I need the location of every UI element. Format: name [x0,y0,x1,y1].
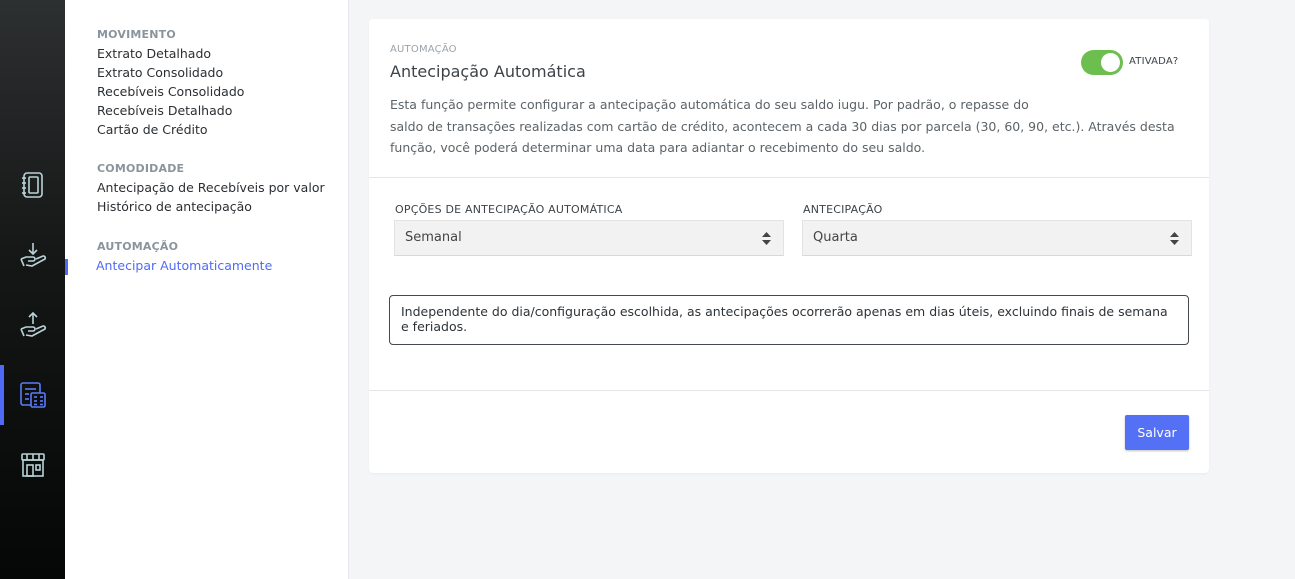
rail-item-receive[interactable] [0,225,65,285]
rail-item-store[interactable] [0,435,65,495]
secondary-sidebar: MOVIMENTO Extrato Detalhado Extrato Cons… [65,0,349,579]
description-line: Esta função permite configurar a antecip… [390,97,1029,112]
ledger-book-icon [21,172,43,198]
nav-link-extrato-detalhado[interactable]: Extrato Detalhado [97,44,244,63]
receive-money-icon [19,243,46,267]
send-money-icon [19,311,46,337]
options-select[interactable]: Semanal [394,220,784,256]
storefront-icon [20,453,45,477]
antecipacao-select[interactable]: Quarta [802,220,1192,256]
rail-item-ledger[interactable] [0,155,65,215]
description: Esta função permite configurar a antecip… [390,94,1180,159]
section-label: AUTOMAÇÃO [390,44,457,55]
auto-anticipation-card: AUTOMAÇÃO Antecipação Automática ATIVADA… [369,19,1209,473]
options-select-value: Semanal [405,230,462,245]
nav-group-title: MOVIMENTO [97,28,176,41]
description-line: saldo de transações realizadas com cartã… [390,118,1175,134]
nav-group-comodidade: COMODIDADE Antecipação de Recebíveis por… [97,160,325,216]
antecipacao-label: ANTECIPAÇÃO [803,203,883,216]
nav-link-extrato-consolidado[interactable]: Extrato Consolidado [97,63,244,82]
icon-rail [0,0,65,579]
rail-item-send[interactable] [0,295,65,355]
toggle-label: ATIVADA? [1129,56,1179,67]
toggle-knob [1101,53,1120,72]
nav-group-title: AUTOMAÇÃO [97,240,179,253]
nav-link-historico-antecipacao[interactable]: Histórico de antecipação [97,197,325,216]
business-days-notice: Independente do dia/configuração escolhi… [389,295,1189,345]
nav-group-automacao: AUTOMAÇÃO Antecipar Automaticamente [96,238,272,275]
nav-group-title: COMODIDADE [97,162,185,175]
active-nav-marker [65,259,68,275]
nav-group-movimento: MOVIMENTO Extrato Detalhado Extrato Cons… [97,26,244,139]
antecipacao-select-value: Quarta [813,230,858,245]
nav-link-recebiveis-detalhado[interactable]: Recebíveis Detalhado [97,101,244,120]
nav-link-antecipacao-por-valor[interactable]: Antecipação de Recebíveis por valor [97,178,325,197]
select-arrows-icon [1170,232,1179,245]
divider [369,177,1209,178]
page-title: Antecipação Automática [390,62,586,81]
nav-link-cartao-de-credito[interactable]: Cartão de Crédito [97,120,244,139]
calculator-icon [19,382,46,408]
nav-link-antecipar-automaticamente[interactable]: Antecipar Automaticamente [96,256,272,275]
activated-toggle[interactable] [1081,50,1123,75]
options-label: OPÇÕES DE ANTECIPAÇÃO AUTOMÁTICA [395,203,623,216]
save-button[interactable]: Salvar [1125,415,1189,450]
description-line: função, você poderá determinar uma data … [390,140,926,155]
select-arrows-icon [762,232,771,245]
nav-link-recebiveis-consolidado[interactable]: Recebíveis Consolidado [97,82,244,101]
divider [369,390,1209,391]
rail-item-calculator[interactable] [0,365,65,425]
